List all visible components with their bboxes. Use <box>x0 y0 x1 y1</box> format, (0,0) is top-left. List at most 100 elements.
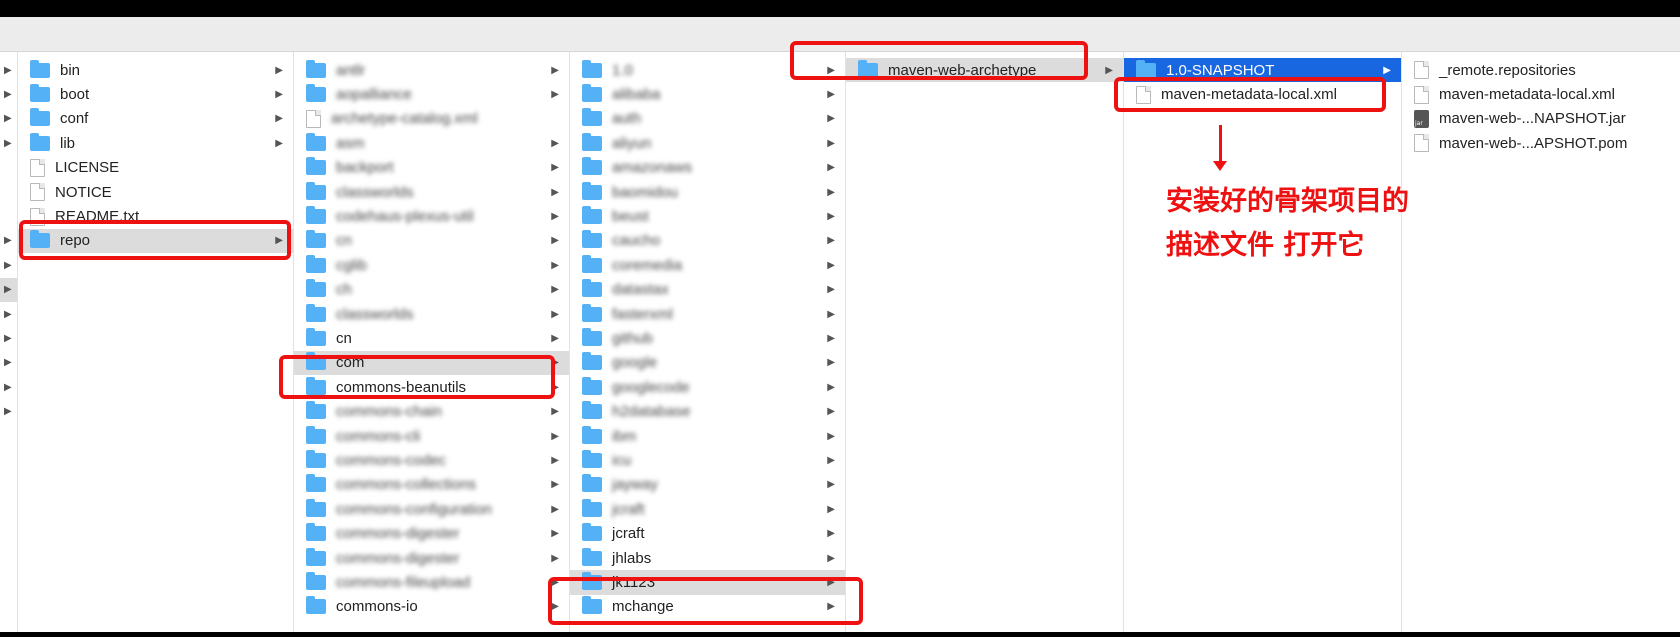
parent-row[interactable]: ▶ <box>0 326 17 350</box>
folder-item[interactable]: fasterxml ▶ <box>570 302 845 326</box>
chevron-right-icon[interactable]: ▶ <box>551 162 559 173</box>
chevron-right-icon[interactable]: ▶ <box>827 504 835 515</box>
parent-row[interactable]: ▶ <box>0 277 17 302</box>
folder-item[interactable]: commons-digester ▶ <box>294 546 569 570</box>
folder-item[interactable]: cn ▶ <box>294 229 569 253</box>
chevron-right-icon[interactable]: ▶ <box>827 357 835 368</box>
column-maven-web-archetype[interactable]: 1.0-SNAPSHOT ▶ maven-metadata-local.xml <box>1124 52 1402 632</box>
chevron-right-icon[interactable]: ▶ <box>4 357 12 368</box>
folder-item[interactable]: h2database ▶ <box>570 399 845 423</box>
chevron-right-icon[interactable]: ▶ <box>551 138 559 149</box>
chevron-right-icon[interactable]: ▶ <box>4 260 12 271</box>
chevron-right-icon[interactable]: ▶ <box>4 138 12 149</box>
folder-item[interactable]: ch ▶ <box>294 278 569 302</box>
chevron-right-icon[interactable]: ▶ <box>551 89 559 100</box>
folder-item[interactable]: conf ▶ <box>18 107 293 131</box>
parent-row[interactable] <box>0 156 17 180</box>
chevron-right-icon[interactable]: ▶ <box>827 455 835 466</box>
file-item[interactable]: _remote.repositories <box>1402 58 1680 82</box>
chevron-right-icon[interactable]: ▶ <box>827 235 835 246</box>
column-jk1123[interactable]: maven-web-archetype ▶ <box>846 52 1124 632</box>
folder-item[interactable]: google ▶ <box>570 351 845 375</box>
chevron-right-icon[interactable]: ▶ <box>275 113 283 124</box>
folder-item[interactable]: codehaus-plexus-util ▶ <box>294 204 569 228</box>
chevron-right-icon[interactable]: ▶ <box>4 89 12 100</box>
chevron-right-icon[interactable]: ▶ <box>551 65 559 76</box>
chevron-right-icon[interactable]: ▶ <box>551 309 559 320</box>
folder-item[interactable]: cn ▶ <box>294 326 569 350</box>
folder-item[interactable]: amazonaws ▶ <box>570 156 845 180</box>
chevron-right-icon[interactable]: ▶ <box>827 211 835 222</box>
chevron-right-icon[interactable]: ▶ <box>551 431 559 442</box>
parent-row[interactable]: ▶ <box>0 107 17 131</box>
folder-item[interactable]: caucho ▶ <box>570 229 845 253</box>
chevron-right-icon[interactable]: ▶ <box>1105 65 1113 76</box>
chevron-right-icon[interactable]: ▶ <box>551 528 559 539</box>
folder-item[interactable]: alibaba ▶ <box>570 82 845 106</box>
chevron-right-icon[interactable]: ▶ <box>275 138 283 149</box>
chevron-right-icon[interactable]: ▶ <box>551 455 559 466</box>
file-item[interactable]: maven-web-...APSHOT.pom <box>1402 131 1680 155</box>
parent-row[interactable]: ▶ <box>0 229 17 253</box>
folder-item[interactable]: googlecode ▶ <box>570 375 845 399</box>
parent-row[interactable]: ▶ <box>0 375 17 399</box>
folder-item[interactable]: auth ▶ <box>570 107 845 131</box>
chevron-right-icon[interactable]: ▶ <box>827 553 835 564</box>
chevron-right-icon[interactable]: ▶ <box>4 333 12 344</box>
folder-item[interactable]: bin ▶ <box>18 58 293 82</box>
parent-row[interactable]: ▶ <box>0 253 17 277</box>
folder-item[interactable]: jayway ▶ <box>570 473 845 497</box>
folder-item[interactable]: backport ▶ <box>294 156 569 180</box>
chevron-right-icon[interactable]: ▶ <box>827 187 835 198</box>
chevron-right-icon[interactable]: ▶ <box>551 553 559 564</box>
chevron-right-icon[interactable]: ▶ <box>827 284 835 295</box>
chevron-right-icon[interactable]: ▶ <box>275 89 283 100</box>
chevron-right-icon[interactable]: ▶ <box>551 211 559 222</box>
folder-item[interactable]: commons-collections ▶ <box>294 473 569 497</box>
chevron-right-icon[interactable]: ▶ <box>4 284 12 295</box>
folder-item[interactable]: antlr ▶ <box>294 58 569 82</box>
file-item[interactable]: maven-web-...NAPSHOT.jar <box>1402 107 1680 131</box>
folder-item[interactable]: aopalliance ▶ <box>294 82 569 106</box>
folder-item[interactable]: jcraft ▶ <box>570 497 845 521</box>
chevron-right-icon[interactable]: ▶ <box>827 431 835 442</box>
chevron-right-icon[interactable]: ▶ <box>551 504 559 515</box>
chevron-right-icon[interactable]: ▶ <box>551 260 559 271</box>
column-maven-home[interactable]: bin ▶ boot ▶ conf ▶ lib ▶ LICENSE NOTICE README.tx… <box>18 52 294 632</box>
chevron-right-icon[interactable]: ▶ <box>551 235 559 246</box>
chevron-right-icon[interactable]: ▶ <box>4 235 12 246</box>
folder-item[interactable]: lib ▶ <box>18 131 293 155</box>
chevron-right-icon[interactable]: ▶ <box>4 113 12 124</box>
file-item[interactable]: LICENSE <box>18 156 293 180</box>
folder-item[interactable]: commons-io ▶ <box>294 595 569 619</box>
parent-row[interactable]: ▶ <box>0 399 17 423</box>
parent-row[interactable]: ▶ <box>0 351 17 375</box>
folder-item[interactable]: coremedia ▶ <box>570 253 845 277</box>
chevron-right-icon[interactable]: ▶ <box>827 162 835 173</box>
parent-row[interactable]: ▶ <box>0 131 17 155</box>
parent-row[interactable]: ▶ <box>0 58 17 82</box>
folder-item[interactable]: github ▶ <box>570 326 845 350</box>
chevron-right-icon[interactable]: ▶ <box>827 309 835 320</box>
folder-item[interactable]: datastax ▶ <box>570 278 845 302</box>
chevron-right-icon[interactable]: ▶ <box>827 333 835 344</box>
chevron-right-icon[interactable]: ▶ <box>827 260 835 271</box>
chevron-right-icon[interactable]: ▶ <box>4 65 12 76</box>
file-item[interactable]: NOTICE <box>18 180 293 204</box>
chevron-right-icon[interactable]: ▶ <box>4 382 12 393</box>
chevron-right-icon[interactable]: ▶ <box>275 65 283 76</box>
chevron-right-icon[interactable]: ▶ <box>827 406 835 417</box>
column-repo[interactable]: antlr ▶ aopalliance ▶ archetype-catalog.xml a… <box>294 52 570 632</box>
folder-item[interactable]: aliyun ▶ <box>570 131 845 155</box>
folder-item[interactable]: baomidou ▶ <box>570 180 845 204</box>
folder-item[interactable]: asm ▶ <box>294 131 569 155</box>
chevron-right-icon[interactable]: ▶ <box>827 113 835 124</box>
folder-item[interactable]: commons-configuration ▶ <box>294 497 569 521</box>
file-item[interactable]: archetype-catalog.xml <box>294 107 569 131</box>
chevron-right-icon[interactable]: ▶ <box>827 528 835 539</box>
file-item[interactable]: maven-metadata-local.xml <box>1402 82 1680 106</box>
chevron-right-icon[interactable]: ▶ <box>551 333 559 344</box>
folder-item[interactable]: ibm ▶ <box>570 424 845 448</box>
parent-row[interactable] <box>0 180 17 204</box>
folder-item[interactable]: commons-fileupload ▶ <box>294 570 569 594</box>
